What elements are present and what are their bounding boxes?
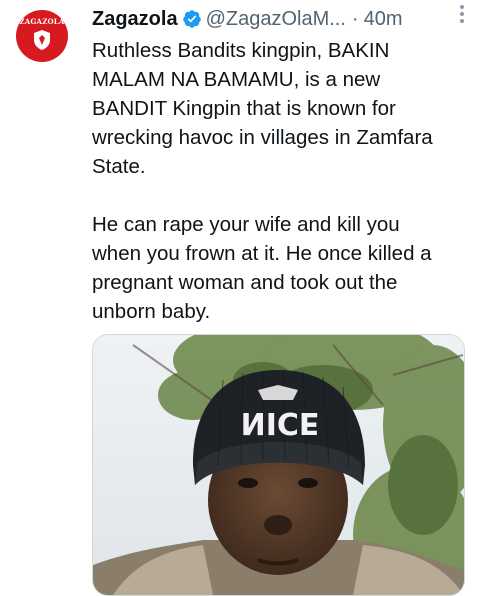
tweet-paragraph: He can rape your wife and kill you when … bbox=[92, 213, 432, 323]
beanie-text: NICE bbox=[241, 405, 320, 440]
avatar[interactable]: ZAGAZOLA bbox=[16, 10, 68, 62]
display-name[interactable]: Zagazola bbox=[92, 8, 178, 31]
more-options-icon[interactable] bbox=[452, 2, 472, 26]
tweet-header: Zagazola @ZagazOlaM... · 40m bbox=[92, 6, 472, 32]
shield-icon bbox=[34, 30, 50, 50]
avatar-logo-text: ZAGAZOLA bbox=[19, 17, 65, 26]
tweet-text: Ruthless Bandits kingpin, BAKIN MALAM NA… bbox=[92, 36, 472, 326]
tweet-media-photo[interactable]: NICE bbox=[92, 334, 465, 596]
timestamp[interactable]: 40m bbox=[364, 8, 403, 31]
tweet[interactable]: ZAGAZOLA Zagazola @ZagazOlaM... · 40m Ru… bbox=[0, 0, 480, 596]
tweet-paragraph: Ruthless Bandits kingpin, BAKIN MALAM NA… bbox=[92, 39, 433, 178]
separator-dot: · bbox=[351, 7, 359, 30]
verified-badge-icon bbox=[182, 9, 202, 29]
photo-image: NICE bbox=[93, 335, 464, 595]
handle[interactable]: @ZagazOlaM... bbox=[206, 8, 346, 31]
